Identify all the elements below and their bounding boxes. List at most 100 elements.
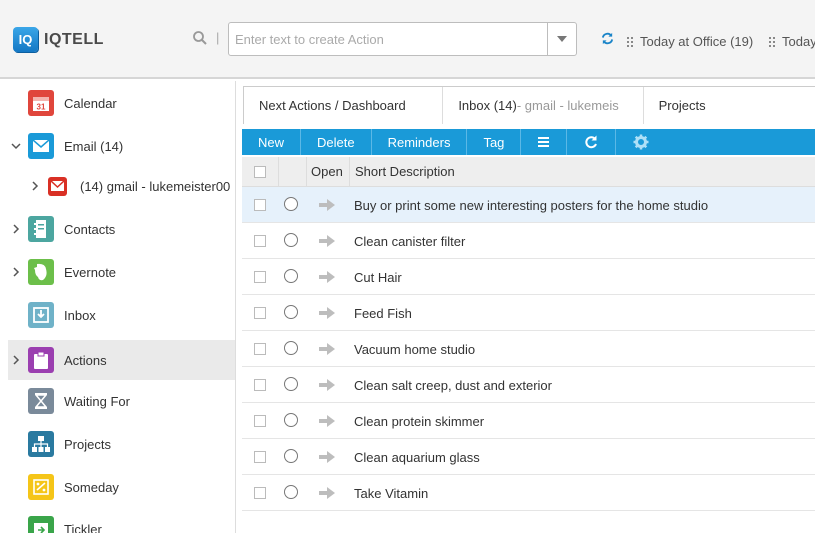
- open-arrow-icon[interactable]: [319, 487, 335, 499]
- open-arrow-icon[interactable]: [319, 379, 335, 391]
- row-checkbox[interactable]: [254, 271, 266, 283]
- open-arrow-icon[interactable]: [319, 235, 335, 247]
- grid-body: Buy or print some new interesting poster…: [242, 187, 815, 511]
- table-row[interactable]: Buy or print some new interesting poster…: [242, 187, 815, 223]
- sidebar-item-waiting-for[interactable]: Waiting For: [8, 381, 235, 421]
- sidebar-item-label: Actions: [64, 352, 107, 368]
- delete-button[interactable]: Delete: [301, 129, 372, 155]
- row-checkbox[interactable]: [254, 199, 266, 211]
- chevron-down-icon[interactable]: [11, 141, 21, 151]
- complete-radio[interactable]: [284, 413, 298, 427]
- tab-inbox[interactable]: Inbox (14) - gmail - lukemeis: [443, 87, 644, 124]
- contacts-icon: [28, 216, 54, 242]
- row-description: Clean protein skimmer: [354, 414, 485, 429]
- context-today[interactable]: Today: [769, 34, 815, 49]
- top-bar: IQ IQTELL | Today at Office (19) Today: [0, 0, 815, 79]
- column-divider: [278, 157, 279, 187]
- new-button[interactable]: New: [242, 129, 302, 155]
- create-action-input[interactable]: [228, 22, 548, 56]
- settings-button[interactable]: [616, 129, 666, 155]
- open-arrow-icon[interactable]: [319, 271, 335, 283]
- sync-icon[interactable]: [601, 32, 614, 45]
- refresh-button[interactable]: [567, 129, 617, 155]
- inbox-icon: [28, 302, 54, 328]
- chevron-right-icon[interactable]: [11, 267, 21, 277]
- menu-button[interactable]: [521, 129, 568, 155]
- someday-icon: [28, 474, 54, 500]
- table-row[interactable]: Clean canister filter: [242, 223, 815, 259]
- sidebar-item-label: Projects: [64, 436, 111, 452]
- sidebar-item-evernote[interactable]: Evernote: [8, 252, 235, 292]
- complete-radio[interactable]: [284, 449, 298, 463]
- tab-bar: Next Actions / Dashboard Inbox (14) - gm…: [243, 86, 815, 124]
- actions-icon: [28, 347, 54, 373]
- sidebar-item-label: Waiting For: [64, 393, 130, 409]
- row-checkbox[interactable]: [254, 415, 266, 427]
- sidebar-item-label: Evernote: [64, 264, 117, 280]
- sidebar-item-tickler[interactable]: Tickler: [8, 509, 235, 533]
- row-checkbox[interactable]: [254, 235, 266, 247]
- sidebar-item-contacts[interactable]: Contacts: [8, 209, 235, 249]
- complete-radio[interactable]: [284, 197, 298, 211]
- action-toolbar: New Delete Reminders Tag: [242, 129, 815, 155]
- open-arrow-icon[interactable]: [319, 451, 335, 463]
- complete-radio[interactable]: [284, 341, 298, 355]
- open-arrow-icon[interactable]: [319, 199, 335, 211]
- sidebar-item-actions[interactable]: Actions: [8, 340, 235, 380]
- open-arrow-icon[interactable]: [319, 415, 335, 427]
- complete-radio[interactable]: [284, 377, 298, 391]
- complete-radio[interactable]: [284, 269, 298, 283]
- row-checkbox[interactable]: [254, 343, 266, 355]
- sidebar-item-label: Email (14): [64, 138, 124, 154]
- chevron-right-icon[interactable]: [11, 355, 21, 365]
- gmail-icon: [48, 176, 67, 196]
- context-label: Today: [782, 34, 815, 49]
- complete-radio[interactable]: [284, 233, 298, 247]
- reminders-button[interactable]: Reminders: [372, 129, 468, 155]
- table-row[interactable]: Clean salt creep, dust and exterior: [242, 367, 815, 403]
- app-logo[interactable]: IQ IQTELL: [13, 27, 104, 52]
- sidebar-item-someday[interactable]: Someday: [8, 467, 235, 507]
- sidebar-item-inbox[interactable]: Inbox: [8, 295, 235, 335]
- tab-projects[interactable]: Projects: [644, 87, 815, 124]
- row-checkbox[interactable]: [254, 487, 266, 499]
- sidebar-item-label: Tickler: [64, 521, 102, 533]
- complete-radio[interactable]: [284, 305, 298, 319]
- table-row[interactable]: Cut Hair: [242, 259, 815, 295]
- table-row[interactable]: Take Vitamin: [242, 475, 815, 511]
- sidebar-item-label: (14) gmail - lukemeister00: [80, 178, 231, 194]
- app-name: IQTELL: [44, 30, 104, 48]
- sidebar-item-projects[interactable]: Projects: [8, 424, 235, 464]
- row-description: Clean aquarium glass: [354, 450, 480, 465]
- search-icon[interactable]: [192, 30, 208, 46]
- complete-radio[interactable]: [284, 485, 298, 499]
- sidebar-item-gmail[interactable]: (14) gmail - lukemeister00: [8, 166, 235, 206]
- column-header-open[interactable]: Open: [311, 164, 343, 179]
- tickler-icon: [28, 516, 54, 533]
- row-checkbox[interactable]: [254, 451, 266, 463]
- sidebar-item-label: Someday: [64, 479, 119, 495]
- select-all-checkbox[interactable]: [254, 166, 266, 178]
- open-arrow-icon[interactable]: [319, 343, 335, 355]
- sidebar-item-email[interactable]: Email (14): [8, 126, 235, 166]
- hourglass-icon: [28, 388, 54, 414]
- row-description: Clean salt creep, dust and exterior: [354, 378, 552, 393]
- column-header-description[interactable]: Short Description: [355, 164, 455, 179]
- tab-next-actions[interactable]: Next Actions / Dashboard: [244, 87, 444, 124]
- table-row[interactable]: Vacuum home studio: [242, 331, 815, 367]
- context-label: Today at Office (19): [640, 34, 754, 49]
- chevron-right-icon[interactable]: [30, 181, 40, 191]
- table-row[interactable]: Clean aquarium glass: [242, 439, 815, 475]
- row-checkbox[interactable]: [254, 379, 266, 391]
- tag-button[interactable]: Tag: [467, 129, 522, 155]
- action-dropdown-button[interactable]: [547, 22, 577, 56]
- table-row[interactable]: Clean protein skimmer: [242, 403, 815, 439]
- context-today-at-office[interactable]: Today at Office (19): [627, 34, 753, 49]
- column-divider: [349, 157, 350, 187]
- evernote-icon: [28, 259, 54, 285]
- chevron-right-icon[interactable]: [11, 224, 21, 234]
- row-checkbox[interactable]: [254, 307, 266, 319]
- sidebar-item-calendar[interactable]: 31 Calendar: [8, 83, 235, 123]
- open-arrow-icon[interactable]: [319, 307, 335, 319]
- table-row[interactable]: Feed Fish: [242, 295, 815, 331]
